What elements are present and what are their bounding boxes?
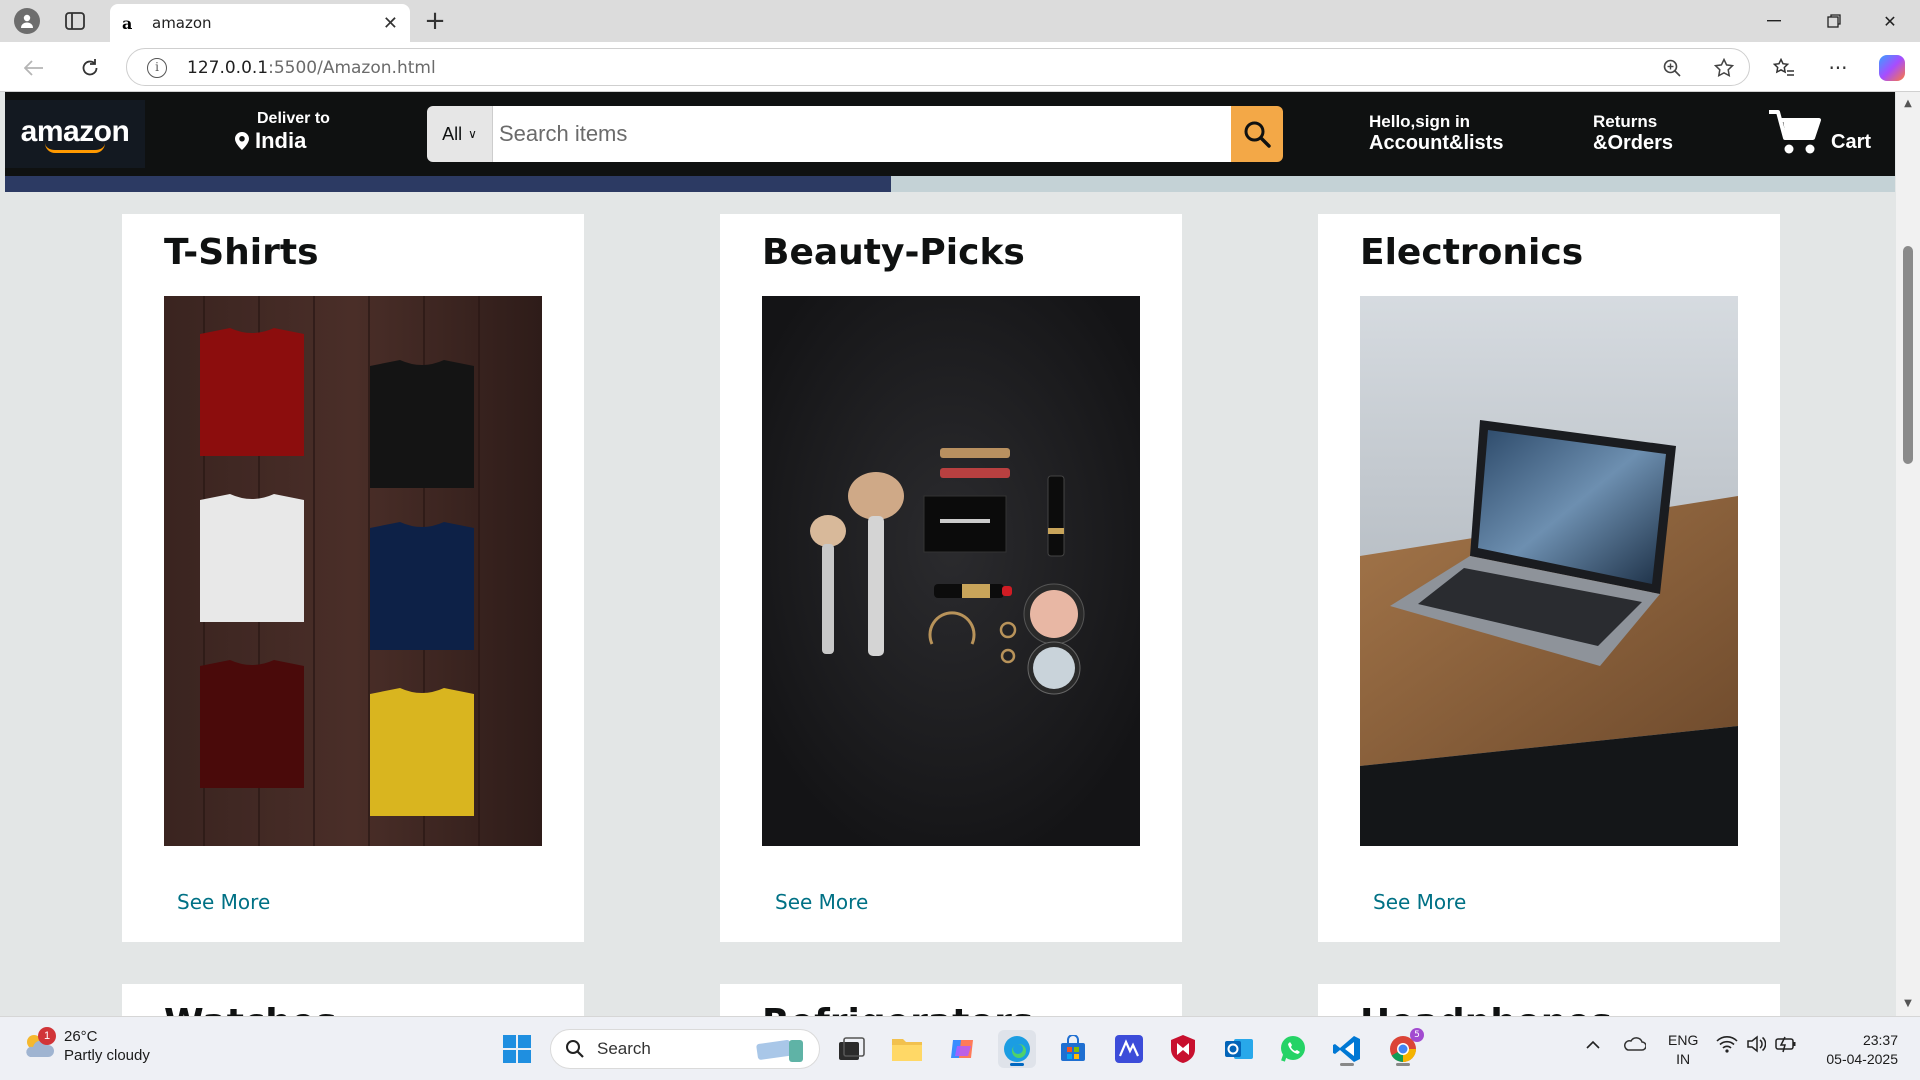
category-card-headphones: Headphones	[1318, 984, 1780, 1016]
weather-alert-badge: 1	[38, 1027, 56, 1045]
search-input[interactable]	[493, 106, 1231, 162]
tab-title: amazon	[152, 14, 212, 32]
weather-temperature: 26°C	[64, 1028, 98, 1045]
cart-icon	[1769, 110, 1821, 154]
microsoft-store-icon[interactable]	[1054, 1030, 1092, 1068]
show-hidden-icons-chevron-up-icon[interactable]	[1586, 1037, 1600, 1053]
search-bar: All ∨	[427, 106, 1283, 162]
file-explorer-icon[interactable]	[888, 1030, 926, 1068]
whatsapp-icon[interactable]	[1274, 1030, 1312, 1068]
category-card-watches: Watches	[122, 984, 584, 1016]
deliver-location: India	[255, 128, 307, 153]
taskbar-search[interactable]: Search	[550, 1029, 820, 1069]
weather-widget[interactable]: 1 26°C Partly cloudy	[22, 1027, 150, 1065]
beauty-picks-image[interactable]	[762, 296, 1140, 846]
card-title: Watches	[164, 1002, 337, 1016]
scrollbar-thumb[interactable]	[1903, 246, 1913, 464]
category-card-electronics: Electronics See More	[1318, 214, 1780, 942]
active-app-indicator	[1396, 1063, 1410, 1066]
returns-orders[interactable]: Returns &Orders	[1593, 112, 1673, 155]
refresh-button[interactable]	[74, 52, 106, 84]
card-title: Refrigerators	[762, 1002, 1033, 1016]
wifi-icon[interactable]	[1716, 1035, 1738, 1056]
url-text: 127.0.0.1:5500/Amazon.html	[187, 58, 436, 78]
active-app-indicator	[1010, 1063, 1024, 1066]
tshirts-image[interactable]	[164, 296, 542, 846]
volume-icon[interactable]	[1746, 1035, 1767, 1056]
language-indicator[interactable]: ENG IN	[1668, 1031, 1698, 1069]
category-card-refrigerators: Refrigerators	[720, 984, 1182, 1016]
outlook-icon[interactable]	[1220, 1030, 1258, 1068]
amazon-favicon-icon: a	[122, 13, 133, 33]
vscode-icon[interactable]	[1328, 1030, 1366, 1068]
search-highlight-icon	[756, 1039, 803, 1062]
favorite-star-icon[interactable]	[1711, 55, 1737, 81]
math-app-icon[interactable]	[1110, 1030, 1148, 1068]
amazon-logo[interactable]: amazon	[5, 100, 145, 168]
copilot-icon[interactable]	[1876, 52, 1908, 84]
partly-cloudy-icon: 1	[22, 1027, 56, 1061]
scroll-down-icon[interactable]: ▼	[1902, 998, 1914, 1010]
weather-description: Partly cloudy	[64, 1047, 150, 1064]
search-icon	[1244, 121, 1271, 148]
deliver-to[interactable]: Deliver to India	[235, 110, 330, 154]
browser-tab-bar: a amazon ✕ + ✕	[0, 0, 1920, 42]
close-window-button[interactable]: ✕	[1862, 0, 1918, 42]
chrome-icon[interactable]: 5	[1384, 1028, 1424, 1068]
search-category-select[interactable]: All ∨	[427, 106, 493, 162]
zoom-icon[interactable]	[1659, 55, 1685, 81]
chrome-profile-badge: 5	[1410, 1028, 1424, 1042]
see-more-link[interactable]: See More	[1373, 890, 1466, 914]
category-card-beauty-picks: Beauty-Picks See More	[720, 214, 1182, 942]
chevron-down-icon: ∨	[468, 127, 477, 141]
page-viewport: amazon Deliver to India All∨ Hello,sign …	[0, 92, 1920, 1016]
hero-banner-strip	[5, 176, 1895, 192]
system-clock[interactable]: 23:37 05-04-2025	[1826, 1031, 1898, 1069]
see-more-link[interactable]: See More	[177, 890, 270, 914]
mcafee-icon[interactable]	[1164, 1030, 1202, 1068]
windows-taskbar: 1 26°C Partly cloudy Search 5 ENG IN 23:…	[0, 1016, 1920, 1080]
edge-browser-icon[interactable]	[998, 1030, 1036, 1068]
windows-start-icon[interactable]	[498, 1030, 536, 1068]
battery-charging-icon[interactable]	[1774, 1035, 1798, 1056]
browser-tab-amazon[interactable]: a amazon ✕	[110, 4, 410, 42]
onedrive-cloud-icon[interactable]	[1622, 1035, 1647, 1054]
more-options-icon[interactable]: ···	[1822, 52, 1854, 84]
electronics-image[interactable]	[1360, 296, 1738, 846]
card-title: Headphones	[1360, 1002, 1612, 1016]
scroll-up-icon[interactable]: ▲	[1902, 98, 1914, 110]
location-pin-icon	[235, 132, 249, 150]
url-field[interactable]: i 127.0.0.1:5500/Amazon.html	[126, 48, 1750, 86]
see-more-link[interactable]: See More	[775, 890, 868, 914]
cart-button[interactable]: Cart	[1767, 108, 1871, 156]
tab-actions-icon[interactable]	[60, 6, 90, 36]
card-title: T-Shirts	[164, 232, 319, 273]
page-scrollbar[interactable]: ▲ ▼	[1896, 92, 1920, 1016]
active-app-indicator	[1340, 1063, 1354, 1066]
account-lists[interactable]: Hello,sign in Account&lists	[1369, 112, 1503, 155]
restore-button[interactable]	[1806, 0, 1862, 42]
back-button[interactable]	[18, 52, 50, 84]
category-card-tshirts: T-Shirts See More	[122, 214, 584, 942]
logo-smile-icon	[45, 143, 105, 153]
clock-time: 23:37	[1862, 1032, 1898, 1048]
profile-icon[interactable]	[12, 6, 42, 36]
search-icon	[566, 1040, 584, 1058]
address-bar-row: i 127.0.0.1:5500/Amazon.html ···	[0, 42, 1920, 92]
close-tab-icon[interactable]: ✕	[383, 13, 398, 34]
clock-date: 05-04-2025	[1826, 1051, 1898, 1067]
amazon-navbar: amazon Deliver to India All∨ Hello,sign …	[5, 92, 1895, 176]
minimize-button[interactable]	[1746, 0, 1802, 42]
task-view-icon[interactable]	[832, 1030, 870, 1068]
site-info-icon[interactable]: i	[147, 58, 167, 78]
card-title: Electronics	[1360, 232, 1584, 273]
new-tab-button[interactable]: +	[420, 6, 450, 36]
favorites-icon[interactable]	[1768, 52, 1800, 84]
search-button[interactable]	[1231, 106, 1283, 162]
card-title: Beauty-Picks	[762, 232, 1025, 273]
copilot-app-icon[interactable]	[944, 1030, 982, 1068]
